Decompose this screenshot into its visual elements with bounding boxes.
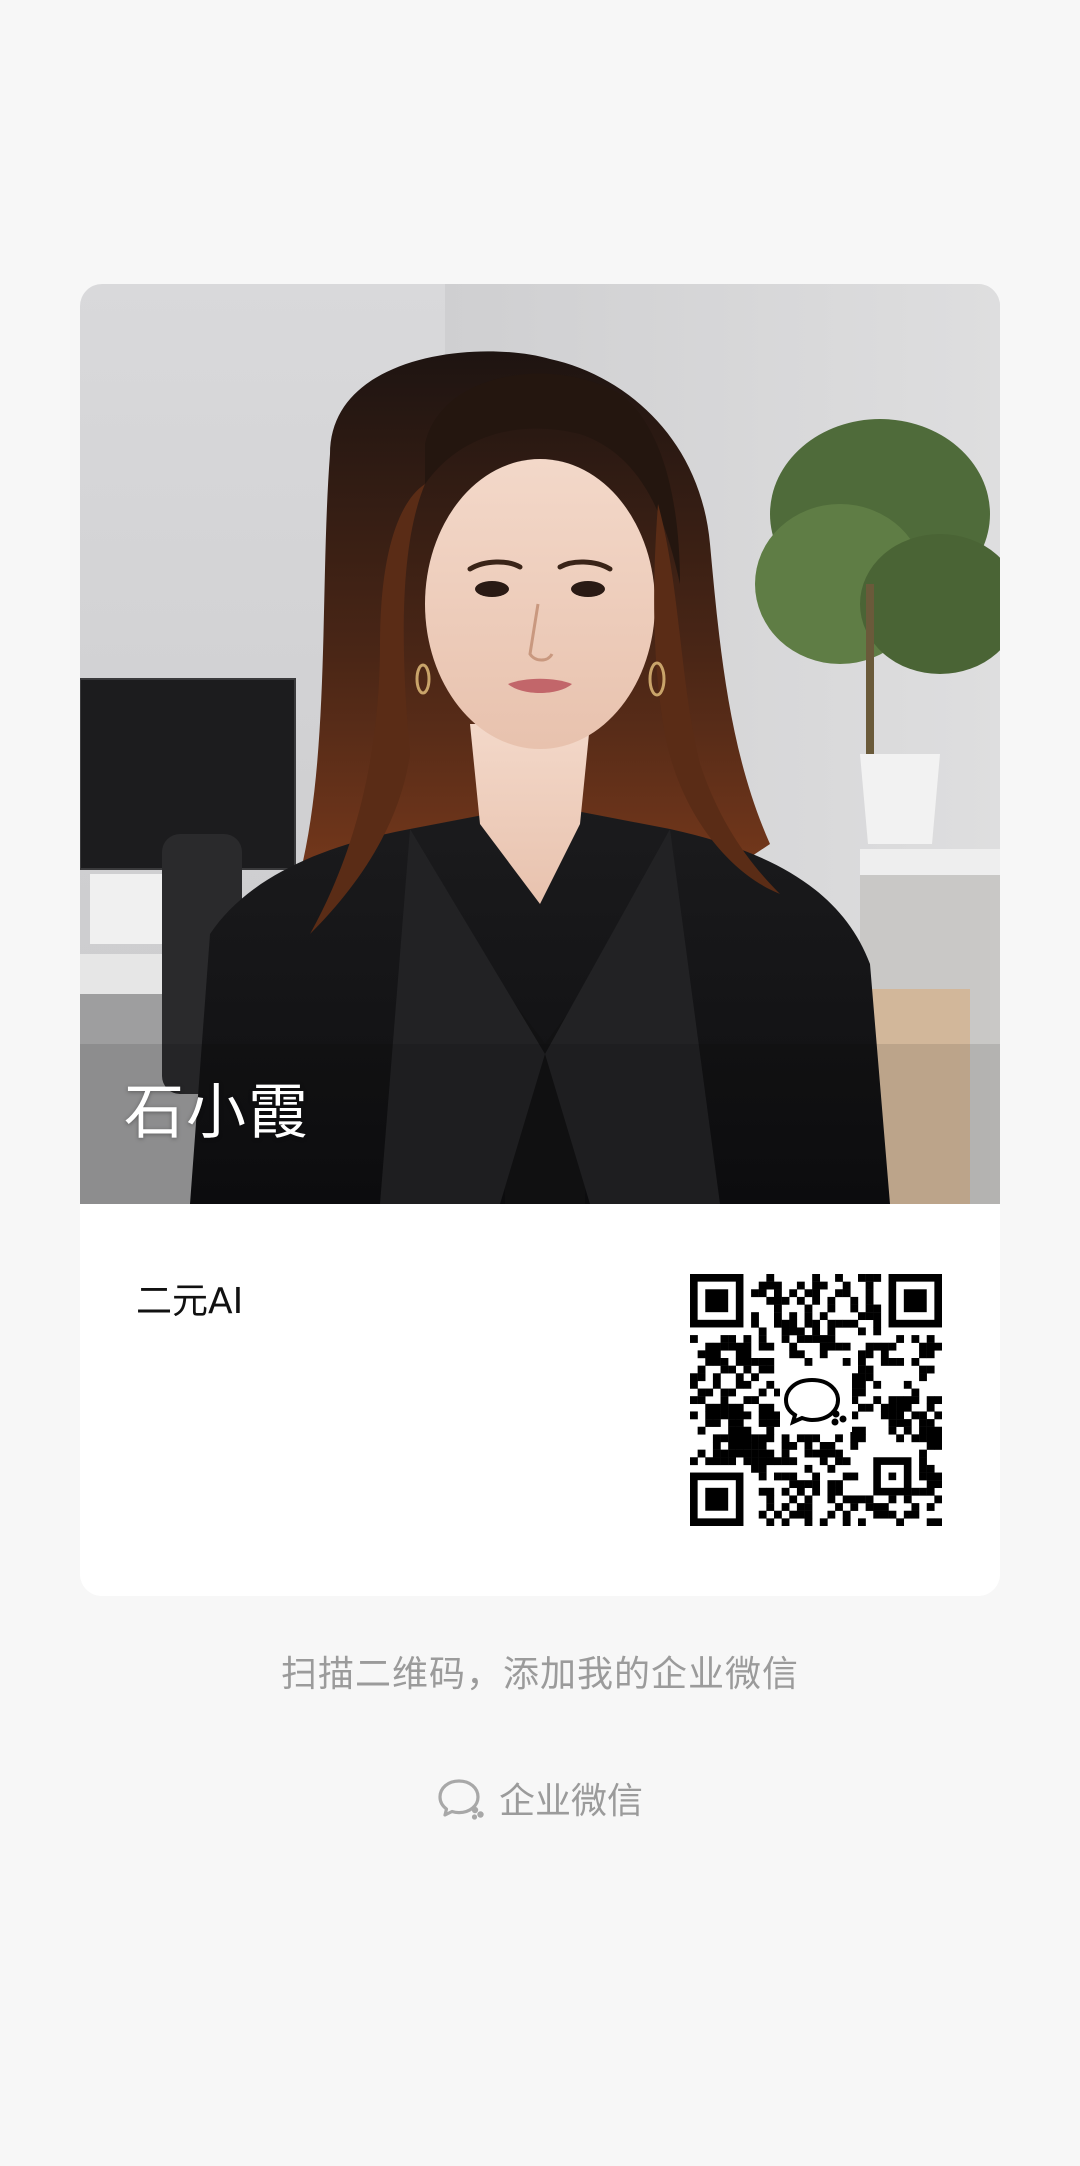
profile-photo: 石小霞: [80, 284, 1000, 1204]
contact-info: 二元AI: [80, 1204, 1000, 1596]
scan-hint-text: 扫描二维码，添加我的企业微信: [280, 1654, 799, 1695]
wecom-contact-card-page: 石小霞 二元AI 扫描二维码，添加我的企业微信 企业微信: [0, 0, 1080, 2166]
contact-name: 石小霞: [124, 1078, 310, 1148]
wecom-brand-label: 企业微信: [498, 1781, 643, 1822]
qr-code[interactable]: [690, 1274, 942, 1526]
contact-card: 石小霞 二元AI: [80, 284, 1000, 1596]
wecom-brand: 企业微信: [0, 1772, 1080, 1824]
company-name: 二元AI: [136, 1281, 244, 1322]
wecom-logo-icon: [438, 1779, 484, 1820]
